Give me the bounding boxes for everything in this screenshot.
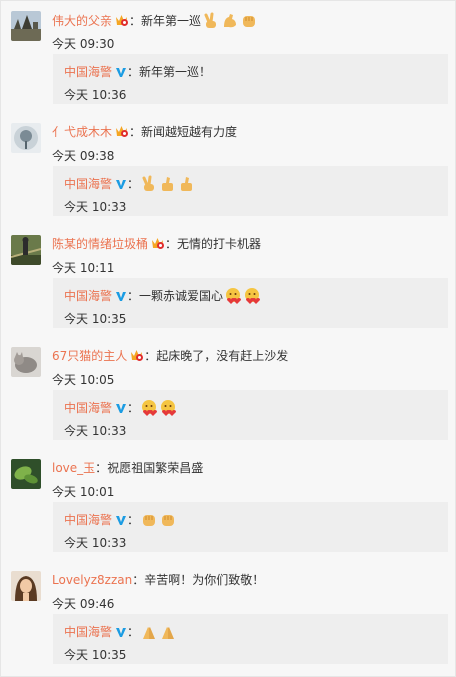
reply-line: 中国海警：	[64, 175, 196, 193]
comment-text: 祝愿祖国繁荣昌盛	[107, 461, 204, 475]
reply-box: 中国海警 ：一颗赤诚爱国心 今天 10:35	[53, 278, 448, 328]
reply-time: 今天 10:33	[64, 424, 127, 438]
comment-line: love_玉：祝愿祖国繁荣昌盛	[52, 461, 204, 475]
comment-text: 辛苦啊！为你们致敬！	[144, 573, 265, 587]
clasped-hands-emoji-icon	[140, 623, 158, 641]
avatar[interactable]	[11, 347, 41, 377]
reply-line: 中国海警 ：一颗赤诚爱国心	[64, 287, 261, 305]
username-link[interactable]: 陈某的情绪垃圾桶	[52, 237, 148, 251]
reply-box: 中国海警 ：新年第一巡！ 今天 10:36	[53, 54, 448, 104]
comment-line: 陈某的情绪垃圾桶 ：无情的打卡机器	[52, 237, 262, 251]
comment-text: 新年第一巡	[141, 14, 202, 28]
reply-time: 今天 10:35	[64, 648, 127, 662]
avatar[interactable]	[11, 123, 41, 153]
clasped-hands-emoji-icon	[159, 623, 177, 641]
avatar[interactable]	[11, 459, 41, 489]
comment-text: 无情的打卡机器	[177, 237, 262, 251]
heart-hug-face-emoji-icon	[159, 399, 177, 417]
reply-box: 中国海警： 今天 10:33	[53, 390, 448, 440]
reply-time: 今天 10:33	[64, 200, 127, 214]
reply-line: 中国海警：	[64, 623, 177, 641]
comment-time: 今天 09:46	[52, 597, 115, 611]
reply-username-link[interactable]: 中国海警	[64, 513, 112, 527]
raised-fist-emoji-icon	[159, 511, 177, 529]
flexed-bicep-emoji-icon	[221, 12, 239, 30]
verified-icon	[115, 178, 127, 190]
verified-icon	[115, 66, 127, 78]
heart-hug-face-emoji-icon	[243, 287, 261, 305]
comment-time: 今天 09:30	[52, 37, 115, 51]
avatar[interactable]	[11, 235, 41, 265]
member-badge-icon	[129, 349, 144, 362]
verified-icon	[115, 514, 127, 526]
reply-username-link[interactable]: 中国海警	[64, 289, 112, 303]
username-link[interactable]: love_玉	[52, 461, 95, 475]
heart-hug-face-emoji-icon	[224, 287, 242, 305]
username-link[interactable]: 67只猫的主人	[52, 349, 127, 363]
reply-username-link[interactable]: 中国海警	[64, 401, 112, 415]
comment-text: 起床晚了，没有赶上沙发	[156, 349, 289, 363]
comment-time: 今天 10:11	[52, 261, 115, 275]
member-badge-icon	[114, 14, 129, 27]
raised-fist-emoji-icon	[240, 12, 258, 30]
reply-box: 中国海警： 今天 10:33	[53, 166, 448, 216]
avatar[interactable]	[11, 11, 41, 41]
username-link[interactable]: 亻弋成木木	[52, 125, 112, 139]
comment-line: 67只猫的主人 ：起床晚了，没有赶上沙发	[52, 349, 289, 363]
comment-time: 今天 10:05	[52, 373, 115, 387]
username-link[interactable]: Lovelyz8zzan	[52, 573, 132, 587]
reply-box: 中国海警： 今天 10:35	[53, 614, 448, 664]
reply-line: 中国海警 ：新年第一巡！	[64, 65, 212, 79]
thumbs-up-emoji-icon	[159, 175, 177, 193]
reply-username-link[interactable]: 中国海警	[64, 625, 112, 639]
reply-username-link[interactable]: 中国海警	[64, 177, 112, 191]
raised-fist-emoji-icon	[140, 511, 158, 529]
reply-time: 今天 10:36	[64, 88, 127, 102]
reply-username-link[interactable]: 中国海警	[64, 65, 112, 79]
comment-time: 今天 09:38	[52, 149, 115, 163]
reply-line: 中国海警：	[64, 399, 177, 417]
reply-time: 今天 10:35	[64, 312, 127, 326]
comment-list: 伟大的父亲 ：新年第一巡 今天 09:30 中国海警 ：新年第一巡！ 今天 10:3…	[0, 0, 456, 677]
comment-line: 伟大的父亲 ：新年第一巡	[52, 12, 258, 30]
victory-hand-emoji-icon	[202, 12, 220, 30]
verified-icon	[115, 290, 127, 302]
reply-time: 今天 10:33	[64, 536, 127, 550]
reply-line: 中国海警：	[64, 511, 177, 529]
verified-icon	[115, 402, 127, 414]
reply-box: 中国海警： 今天 10:33	[53, 502, 448, 552]
member-badge-icon	[114, 125, 129, 138]
thumbs-up-emoji-icon	[178, 175, 196, 193]
reply-text: 新年第一巡！	[139, 65, 212, 79]
victory-hand-emoji-icon	[140, 175, 158, 193]
comment-time: 今天 10:01	[52, 485, 115, 499]
avatar[interactable]	[11, 571, 41, 601]
reply-text: 一颗赤诚爱国心	[139, 289, 224, 303]
comment-line: 亻弋成木木 ：新闻越短越有力度	[52, 125, 238, 139]
heart-hug-face-emoji-icon	[140, 399, 158, 417]
comment-text: 新闻越短越有力度	[141, 125, 238, 139]
verified-icon	[115, 626, 127, 638]
member-badge-icon	[150, 237, 165, 250]
username-link[interactable]: 伟大的父亲	[52, 14, 112, 28]
comment-line: Lovelyz8zzan：辛苦啊！为你们致敬！	[52, 573, 265, 587]
